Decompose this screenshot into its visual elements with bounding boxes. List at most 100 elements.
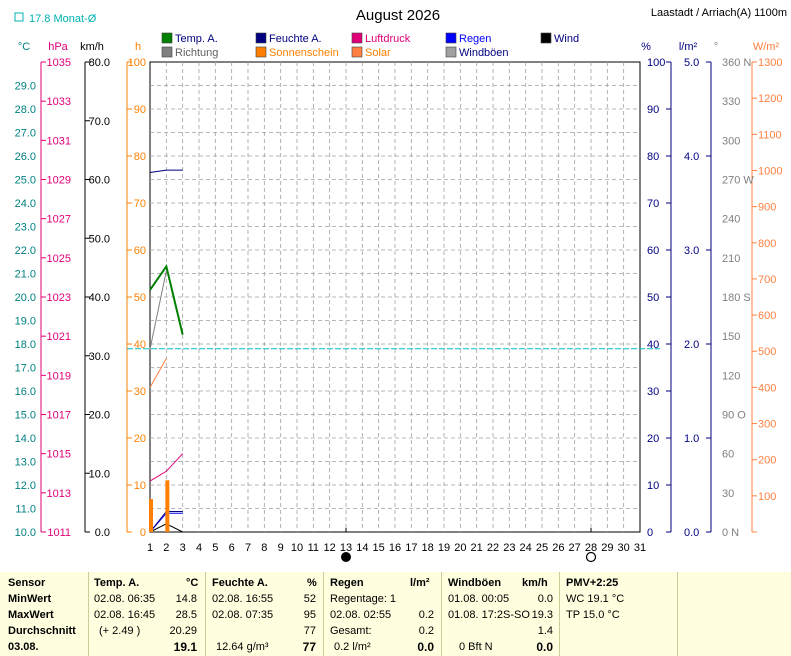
- day-tick-label: 25: [536, 542, 548, 554]
- rain-tick-label: 4.0: [684, 151, 699, 163]
- humidity-tick-label: 90: [647, 104, 659, 116]
- station-name: Laastadt / Arriach(A) 1100m: [651, 7, 787, 19]
- wind-axis-unit: km/h: [80, 41, 104, 53]
- legend-swatch: [255, 32, 267, 44]
- wind-tick-label: 0.0: [95, 527, 110, 539]
- day-tick-label: 23: [503, 542, 515, 554]
- temp-tick-label: 28.0: [15, 104, 36, 116]
- temp-tick-label: 25.0: [15, 175, 36, 187]
- legend-label: Richtung: [175, 47, 218, 59]
- temp-min-time: 02.08. 06:35: [94, 593, 156, 605]
- day-tick-label: 18: [422, 542, 434, 554]
- legend-label: Windböen: [459, 47, 509, 59]
- divider: [205, 572, 206, 656]
- direction-tick-label: 270 W: [722, 175, 754, 187]
- solar-tick-label: 500: [758, 346, 776, 358]
- rain-total-label: Gesamt:: [330, 625, 372, 637]
- solar-tick-label: 1000: [758, 165, 782, 177]
- temp-tick-label: 13.0: [15, 457, 36, 469]
- gusts-header: Windböen: [448, 577, 502, 589]
- gusts-current: 0.0: [536, 640, 553, 654]
- max-label: MaxWert: [8, 609, 54, 621]
- temp-current: 19.1: [173, 640, 197, 654]
- sun-tick-label: 100: [128, 57, 146, 69]
- sun-tick-label: 0: [140, 527, 146, 539]
- windchill: WC 19.1 °C: [566, 593, 625, 605]
- temp-tick-label: 10.0: [15, 527, 36, 539]
- pressure-tick-label: 1029: [47, 175, 71, 187]
- legend-label: Sonnenschein: [269, 47, 339, 59]
- day-tick-label: 2: [163, 542, 169, 554]
- gusts-max-value: 19.3: [531, 609, 553, 621]
- day-tick-label: 30: [618, 542, 630, 554]
- pressure-tick-label: 1031: [47, 135, 71, 147]
- sun-tick-label: 70: [134, 198, 146, 210]
- direction-tick-label: 210: [722, 253, 740, 265]
- chart-title: August 2026: [356, 7, 440, 24]
- humidity-tick-label: 60: [647, 245, 659, 257]
- temp-tick-label: 22.0: [15, 245, 36, 257]
- temp-max-time: 02.08. 16:45: [94, 609, 156, 621]
- sunshine-bar: [165, 480, 170, 532]
- sun-tick-label: 60: [134, 245, 146, 257]
- solar-tick-label: 200: [758, 455, 776, 467]
- humidity-tick-label: 20: [647, 433, 659, 445]
- solar-tick-label: 600: [758, 310, 776, 322]
- temp-avg-diff: (+ 2.49 ): [99, 625, 141, 637]
- humidity-avg-value: 77: [303, 625, 316, 637]
- day-tick-label: 31: [634, 542, 646, 554]
- rain-tick-label: 5.0: [684, 57, 699, 69]
- humidity-min-time: 02.08. 16:55: [212, 593, 274, 605]
- pressure-tick-label: 1011: [47, 527, 71, 539]
- temp-tick-label: 20.0: [15, 292, 36, 304]
- sun-tick-label: 10: [134, 480, 146, 492]
- sunshine-bar: [149, 499, 153, 532]
- wind-tick-label: 40.0: [89, 292, 110, 304]
- legend-label: Solar: [365, 47, 391, 59]
- direction-tick-label: 360 N: [722, 57, 751, 69]
- day-tick-label: 5: [212, 542, 218, 554]
- avg-label: Durchschnitt: [8, 625, 76, 637]
- solar-tick-label: 1200: [758, 93, 782, 105]
- rain-axis-unit: l/m²: [679, 41, 698, 53]
- gusts-max-time: 01.08. 17:2S-SO: [448, 609, 530, 621]
- day-tick-label: 16: [389, 542, 401, 554]
- direction-tick-label: 0 N: [722, 527, 739, 539]
- sensor-header: Sensor: [8, 577, 46, 589]
- divider: [559, 572, 560, 656]
- day-tick-label: 15: [373, 542, 385, 554]
- temp-tick-label: 15.0: [15, 410, 36, 422]
- day-tick-label: 7: [245, 542, 251, 554]
- humidity-tick-label: 10: [647, 480, 659, 492]
- rain-tick-label: 3.0: [684, 245, 699, 257]
- direction-tick-label: 120: [722, 370, 740, 382]
- day-tick-label: 10: [291, 542, 303, 554]
- humidity-tick-label: 30: [647, 386, 659, 398]
- wind-tick-label: 20.0: [89, 410, 110, 422]
- legend-swatch: [445, 32, 457, 44]
- rain-tick-label: 2.0: [684, 339, 699, 351]
- temp-tick-label: 29.0: [15, 81, 36, 93]
- solar-tick-label: 100: [758, 491, 776, 503]
- humidity-axis-unit: %: [641, 41, 651, 53]
- solar-tick-label: 1100: [758, 129, 782, 141]
- temp-header: Temp. A.: [94, 577, 140, 589]
- legend-swatch: [445, 46, 457, 58]
- humidity-absolute: 12.64 g/m³: [216, 641, 269, 653]
- temp-tick-label: 19.0: [15, 316, 36, 328]
- solar-tick-label: 1300: [758, 57, 782, 69]
- gusts-beaufort: 0 Bft N: [459, 641, 493, 653]
- solar-axis-unit: W/m²: [753, 41, 780, 53]
- dewpoint: TP 15.0 °C: [566, 609, 620, 621]
- day-tick-label: 4: [196, 542, 202, 554]
- day-tick-label: 8: [261, 542, 267, 554]
- day-tick-label: 17: [405, 542, 417, 554]
- sun-tick-label: 20: [134, 433, 146, 445]
- legend-label: Wind: [554, 33, 579, 45]
- direction-tick-label: 300: [722, 135, 740, 147]
- direction-axis-unit: °: [714, 41, 718, 53]
- pressure-tick-label: 1025: [47, 253, 71, 265]
- pmv-header: PMV+2:25: [566, 577, 619, 589]
- gusts-avg-value: 1.4: [537, 625, 553, 637]
- legend-swatch: [351, 32, 363, 44]
